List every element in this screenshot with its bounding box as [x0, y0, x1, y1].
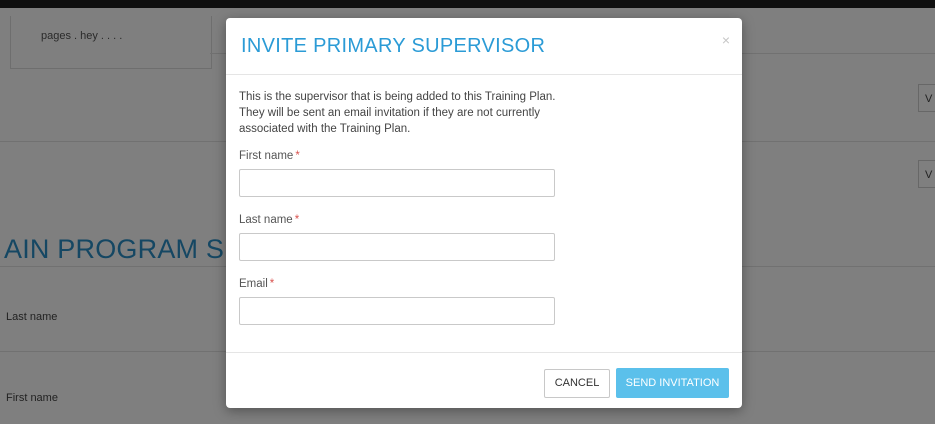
description-line: This is the supervisor that is being add…: [239, 91, 556, 103]
description-line: They will be sent an email invitation if…: [239, 107, 541, 119]
email-input[interactable]: [239, 297, 555, 325]
close-icon[interactable]: ×: [722, 32, 730, 48]
last-name-input[interactable]: [239, 233, 555, 261]
send-invitation-button[interactable]: SEND INVITATION: [616, 368, 729, 398]
dialog-description: This is the supervisor that is being add…: [239, 89, 579, 137]
dialog-title: INVITE PRIMARY SUPERVISOR: [241, 35, 546, 57]
invite-supervisor-dialog: INVITE PRIMARY SUPERVISOR × This is the …: [226, 18, 742, 408]
cancel-button[interactable]: CANCEL: [544, 369, 610, 398]
footer-divider: [226, 352, 742, 353]
first-name-label-text: First name: [239, 150, 294, 162]
email-label-text: Email: [239, 278, 268, 290]
first-name-field-label: First name *: [239, 150, 300, 162]
required-mark: *: [294, 214, 300, 226]
last-name-label-text: Last name: [239, 214, 293, 226]
last-name-field-label: Last name *: [239, 214, 299, 226]
email-field-label: Email *: [239, 278, 274, 290]
first-name-input[interactable]: [239, 169, 555, 197]
required-mark: *: [269, 278, 275, 290]
description-line: associated with the Training Plan.: [239, 123, 411, 135]
required-mark: *: [295, 150, 300, 162]
header-divider: [226, 74, 742, 75]
